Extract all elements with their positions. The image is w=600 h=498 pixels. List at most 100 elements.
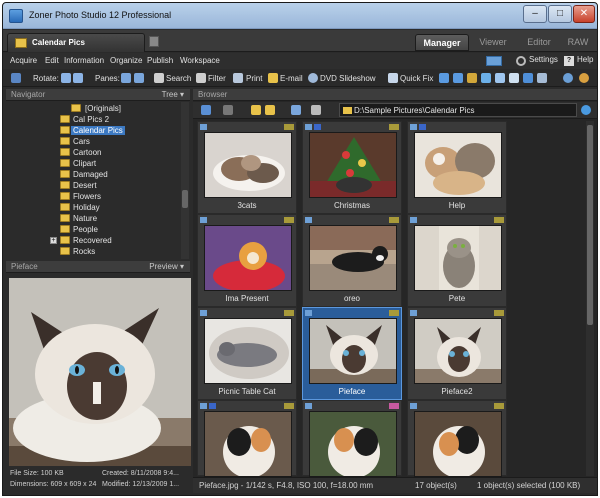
tree-item-originals[interactable]: [Originals]	[6, 103, 180, 114]
thumbnail-calico-3[interactable]	[407, 400, 507, 477]
tool-icon-3[interactable]	[467, 73, 477, 83]
menu-organize[interactable]: Organize	[110, 56, 142, 65]
tree-item-nature[interactable]: Nature	[6, 213, 180, 224]
path-field[interactable]: D:\Sample Pictures\Calendar Pics	[339, 103, 577, 117]
thumbnail-3cats[interactable]: 3cats	[197, 121, 297, 214]
thumbnail-ima-present[interactable]: Ima Present	[197, 214, 297, 307]
tool-icon-1[interactable]	[439, 73, 449, 83]
folder-icon	[60, 225, 70, 233]
thumbnail-pete[interactable]: Pete	[407, 214, 507, 307]
rotate-left-icon[interactable]	[61, 73, 71, 83]
email-icon[interactable]	[268, 73, 278, 83]
thumbnail-help[interactable]: Help	[407, 121, 507, 214]
thumbnail-pieface2[interactable]: Pieface2	[407, 307, 507, 400]
tool-icon-7[interactable]	[523, 73, 533, 83]
rotate-right-icon[interactable]	[73, 73, 83, 83]
minimize-button[interactable]: –	[523, 5, 547, 23]
thumbnail-calico-2[interactable]	[302, 400, 402, 477]
blue-tag-icon	[410, 310, 417, 316]
filter-icon[interactable]	[196, 73, 206, 83]
thumbnail-image	[309, 318, 397, 384]
quick-fix-icon[interactable]	[388, 73, 398, 83]
tool-icon-6[interactable]	[509, 73, 519, 83]
menu-publish[interactable]: Publish	[147, 56, 173, 65]
tree-item-holiday[interactable]: Holiday	[6, 202, 180, 213]
menu-edit[interactable]: Edit	[45, 56, 59, 65]
thumbnail-picnic-table-cat[interactable]: Picnic Table Cat	[197, 307, 297, 400]
navigator-scrollbar[interactable]	[181, 102, 189, 259]
forward-icon[interactable]	[223, 105, 233, 115]
print-icon[interactable]	[233, 73, 243, 83]
globe-icon[interactable]	[579, 73, 589, 83]
new-folder-icon[interactable]	[265, 105, 275, 115]
module-editor[interactable]: Editor	[517, 34, 561, 51]
new-tab-icon[interactable]	[149, 36, 159, 47]
browser-scrollbar[interactable]	[586, 121, 594, 476]
help-icon[interactable]: ?	[564, 56, 574, 66]
pane-left-icon[interactable]	[121, 73, 131, 83]
thumbnail-calico-1[interactable]	[197, 400, 297, 477]
tree-item-rocks[interactable]: Rocks	[6, 246, 180, 257]
tree-item-label: Cal Pics 2	[73, 115, 110, 124]
pane-right-icon[interactable]	[134, 73, 144, 83]
tool-icon-8[interactable]	[537, 73, 547, 83]
thumbnail-caption: Christmas	[333, 201, 370, 210]
tree-item-cal-pics-2[interactable]: Cal Pics 2	[6, 114, 180, 125]
help-link[interactable]: Help	[577, 55, 593, 67]
settings-link[interactable]: Settings	[529, 55, 558, 67]
folder-icon	[60, 236, 70, 244]
back-icon[interactable]	[201, 105, 211, 115]
module-raw[interactable]: RAW	[561, 34, 595, 51]
import-icon[interactable]	[11, 73, 21, 83]
zoom-icon[interactable]	[563, 73, 573, 83]
view-mode-icon[interactable]	[311, 105, 321, 115]
browser-scroll-thumb[interactable]	[587, 125, 593, 325]
tool-icon-4[interactable]	[481, 73, 491, 83]
menu-acquire[interactable]: Acquire	[10, 56, 37, 65]
tree-item-flowers[interactable]: Flowers	[6, 191, 180, 202]
expand-icon[interactable]: +	[50, 237, 57, 244]
tree-item-cartoon[interactable]: Cartoon	[6, 147, 180, 158]
close-button[interactable]: ✕	[573, 5, 595, 23]
format-badge	[389, 217, 399, 223]
gear-icon[interactable]	[516, 56, 526, 66]
tree-item-label: Clipart	[73, 159, 97, 168]
preview-mode-dropdown[interactable]: Preview ▾	[149, 262, 184, 271]
tree-item-damaged[interactable]: Damaged	[6, 169, 180, 180]
module-manager[interactable]: Manager	[415, 34, 469, 51]
tree-mode-dropdown[interactable]: Tree ▾	[162, 90, 184, 99]
dvd-icon[interactable]	[308, 73, 318, 83]
tree-item-desert[interactable]: Desert	[6, 180, 180, 191]
navigator-scroll-thumb[interactable]	[182, 190, 188, 208]
print-button[interactable]: Print	[246, 74, 262, 83]
tool-icon-5[interactable]	[495, 73, 505, 83]
menu-bar: Acquire Edit Information Organize Publis…	[3, 53, 597, 69]
thumbnail-oreo[interactable]: oreo	[302, 214, 402, 307]
up-folder-icon[interactable]	[251, 105, 261, 115]
tree-item-cars[interactable]: Cars	[6, 136, 180, 147]
tool-icon-2[interactable]	[453, 73, 463, 83]
sort-icon[interactable]	[291, 105, 301, 115]
maximize-button[interactable]: □	[548, 5, 572, 23]
module-viewer[interactable]: Viewer	[469, 34, 517, 51]
thumbnail-christmas[interactable]: Christmas	[302, 121, 402, 214]
preview-modified: Modified: 12/13/2009 1...	[102, 481, 180, 488]
tree-item-recovered[interactable]: + Recovered	[6, 235, 180, 246]
filter-button[interactable]: Filter	[208, 74, 226, 83]
quick-fix-button[interactable]: Quick Fix	[400, 74, 433, 83]
display-icon[interactable]	[486, 56, 502, 66]
refresh-icon[interactable]	[581, 105, 591, 115]
dvd-slideshow-button[interactable]: DVD Slideshow	[320, 74, 376, 83]
folder-icon	[60, 247, 70, 255]
email-button[interactable]: E-mail	[280, 74, 303, 83]
thumbnail-pieface[interactable]: Pieface	[302, 307, 402, 400]
tree-item-calendar-pics[interactable]: Calendar Pics	[6, 125, 180, 136]
search-icon[interactable]	[154, 73, 164, 83]
tree-item-people[interactable]: People	[6, 224, 180, 235]
tree-item-clipart[interactable]: Clipart	[6, 158, 180, 169]
tab-calendar-pics[interactable]: Calendar Pics	[7, 33, 145, 52]
menu-information[interactable]: Information	[64, 56, 104, 65]
menu-workspace[interactable]: Workspace	[180, 56, 220, 65]
search-button[interactable]: Search	[166, 74, 191, 83]
folder-icon	[60, 203, 70, 211]
